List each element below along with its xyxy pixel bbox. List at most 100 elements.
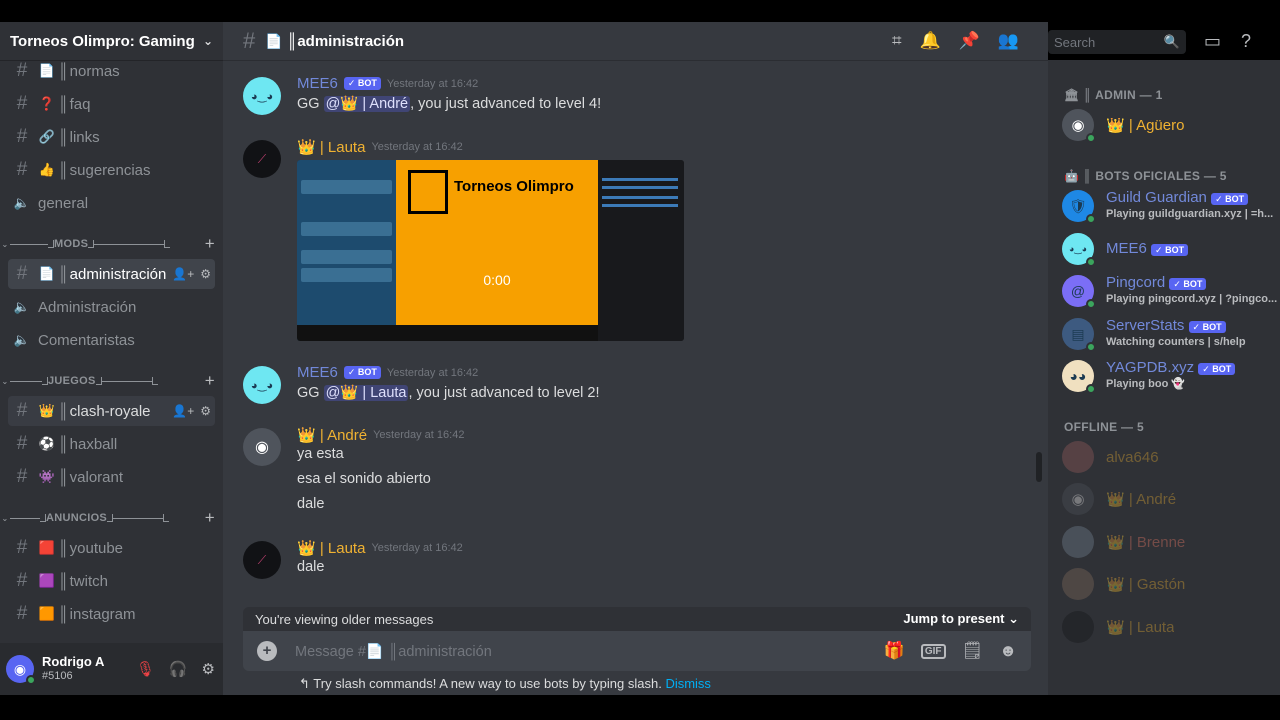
category-header[interactable]: ⌄ MODS + xyxy=(0,234,215,254)
video-controls[interactable] xyxy=(297,325,598,341)
headphones-icon[interactable]: 🎧 xyxy=(169,660,188,678)
gear-icon[interactable]: ⚙ xyxy=(202,660,215,678)
channel-emoji-icon: 🟧 xyxy=(38,606,56,621)
channel-item[interactable]: 🔈 general xyxy=(8,188,215,218)
member-item[interactable]: ▤ ServerStats ✓ BOT Watching counters | s/… xyxy=(1062,314,1277,354)
avatar[interactable]: ◉ xyxy=(6,655,36,685)
emoji-icon[interactable]: ☻ xyxy=(999,641,1017,661)
avatar[interactable]: ◕‿◕ xyxy=(243,77,281,115)
member-name: 👑 | Gastón xyxy=(1106,576,1186,592)
member-name: MEE6 ✓ BOT xyxy=(1106,241,1189,258)
search-input[interactable]: Search 🔍 xyxy=(1048,30,1186,54)
channel-item[interactable]: 🔈 Administración xyxy=(8,292,215,322)
channel-item[interactable]: # 👾 ║ valorant xyxy=(8,462,215,492)
member-name: 👑 | Lauta xyxy=(1106,619,1175,635)
message-input[interactable]: Message #📄 ║administración xyxy=(295,643,492,660)
scrollbar[interactable] xyxy=(1036,452,1042,482)
channel-item[interactable]: 🔈 Comentaristas xyxy=(8,325,215,355)
invite-icon[interactable]: 👤+ xyxy=(172,404,194,418)
divider-line xyxy=(101,380,152,382)
member-item[interactable]: alva646 xyxy=(1062,437,1277,477)
channel-item[interactable]: # 📄 ║ normas xyxy=(8,60,215,86)
member-item[interactable]: @ Pingcord ✓ BOT Playing pingcord.xyz | ?p… xyxy=(1062,271,1277,311)
author-name[interactable]: MEE6 xyxy=(297,75,338,92)
channel-name: haxball xyxy=(69,435,118,453)
author-name[interactable]: MEE6 xyxy=(297,364,338,381)
add-channel-button[interactable]: + xyxy=(205,371,215,391)
member-item[interactable]: ◉ 👑 | André xyxy=(1062,479,1277,519)
gear-icon[interactable]: ⚙ xyxy=(200,267,211,281)
member-item[interactable]: ◉ 👑 | Agüero xyxy=(1062,105,1277,145)
avatar[interactable]: ◉ xyxy=(243,428,281,466)
help-icon[interactable]: ? xyxy=(1241,31,1251,52)
avatar: 🛡 xyxy=(1062,190,1096,224)
timestamp: Yesterday at 16:42 xyxy=(371,141,463,153)
add-attachment-button[interactable]: + xyxy=(257,641,277,661)
divider-glyph: ║ xyxy=(58,128,69,146)
guild-name: Torneos Olimpro: Gaming xyxy=(10,32,195,50)
invite-icon[interactable]: 👤+ xyxy=(172,267,194,281)
channel-name: youtube xyxy=(69,539,124,557)
channel-name: general xyxy=(38,194,89,212)
gear-icon[interactable]: ⚙ xyxy=(200,404,211,418)
member-item[interactable]: ◕◕ YAGPDB.xyz ✓ BOT Playing boo 👻 xyxy=(1062,356,1277,396)
category-name: MODS xyxy=(54,238,89,250)
message-header: MEE6 ✓ BOT Yesterday at 16:42 xyxy=(297,75,478,92)
author-name[interactable]: 👑 | Lauta xyxy=(297,539,365,557)
user-mention[interactable]: @👑 | Lauta xyxy=(323,385,409,401)
avatar[interactable]: ◕‿◕ xyxy=(243,366,281,404)
hash-icon: # xyxy=(16,400,28,421)
microphone-muted-icon[interactable]: 🎙 xyxy=(136,660,155,678)
channel-emoji-icon: 👍 xyxy=(38,162,56,177)
category-header[interactable]: ⌄ JUEGOS + xyxy=(0,371,215,391)
user-mention[interactable]: @👑 | André xyxy=(323,96,411,112)
gif-icon[interactable]: GIF xyxy=(920,643,946,659)
add-channel-button[interactable]: + xyxy=(205,234,215,254)
member-item[interactable]: 👑 | Lauta xyxy=(1062,607,1277,647)
pin-icon[interactable]: 📌 xyxy=(959,31,980,51)
avatar[interactable]: ⟋ xyxy=(243,541,281,579)
channel-item[interactable]: # ❓ ║ faq xyxy=(8,89,215,119)
category-header[interactable]: ⌄ ANUNCIOS + xyxy=(0,508,215,528)
author-name[interactable]: 👑 | André xyxy=(297,426,367,444)
jump-to-present-button[interactable]: Jump to present ⌄ xyxy=(903,611,1019,627)
member-item[interactable]: 🛡 Guild Guardian ✓ BOT Playing guildguardi… xyxy=(1062,186,1277,226)
avatar[interactable]: ⟋ xyxy=(243,140,281,178)
channel-item[interactable]: # 🟥 ║ youtube xyxy=(8,533,215,563)
message-composer[interactable]: + Message #📄 ║administración 🎁 GIF 🗒 ☻ xyxy=(243,631,1031,671)
channel-item[interactable]: # 🔗 ║ links xyxy=(8,122,215,152)
member-item[interactable]: ◕‿◕ MEE6 ✓ BOT xyxy=(1062,229,1277,269)
add-channel-button[interactable]: + xyxy=(205,508,215,528)
channel-item[interactable]: # 📄 ║ administración 👤+ ⚙ xyxy=(8,259,215,289)
channel-item[interactable]: # 🟪 ║ twitch xyxy=(8,566,215,596)
hash-icon: # xyxy=(16,433,28,454)
channel-item[interactable]: # 👑 ║ clash-royale 👤+ ⚙ xyxy=(8,396,215,426)
member-item[interactable]: 👑 | Gastón xyxy=(1062,564,1277,604)
member-name: 👑 | André xyxy=(1106,491,1177,507)
bot-badge: ✓ BOT xyxy=(343,77,381,90)
divider-line xyxy=(113,517,164,519)
bot-badge: ✓ BOT xyxy=(1211,193,1249,205)
video-embed[interactable]: Torneos Olimpro 0:00 xyxy=(297,160,684,341)
dismiss-link[interactable]: Dismiss xyxy=(665,676,711,691)
channel-item[interactable]: # ⚽ ║ haxball xyxy=(8,429,215,459)
channel-name: twitch xyxy=(69,572,108,590)
message-text: dale xyxy=(297,496,325,512)
inbox-icon[interactable]: ▭ xyxy=(1204,31,1221,52)
guild-header[interactable]: Torneos Olimpro: Gaming ⌄ xyxy=(0,22,223,60)
sticker-icon[interactable]: 🗒 xyxy=(962,641,984,661)
page-emoji-icon: 📄 xyxy=(265,32,283,49)
threads-icon[interactable]: ⌗ xyxy=(892,31,902,51)
channel-name: normas xyxy=(69,62,120,80)
member-item[interactable]: 👑 | Brenne xyxy=(1062,522,1277,562)
channel-item[interactable]: # 👍 ║ sugerencias xyxy=(8,155,215,185)
divider-corner xyxy=(164,240,171,248)
gift-icon[interactable]: 🎁 xyxy=(884,641,905,661)
bell-icon[interactable]: 🔔 xyxy=(920,31,941,51)
channel-name: Administración xyxy=(38,298,137,316)
member-list-icon[interactable]: 👥 xyxy=(998,31,1019,51)
author-name[interactable]: 👑 | Lauta xyxy=(297,138,365,156)
hash-icon: # xyxy=(16,60,28,81)
member-name: alva646 xyxy=(1106,449,1159,465)
channel-item[interactable]: # 🟧 ║ instagram xyxy=(8,599,215,629)
